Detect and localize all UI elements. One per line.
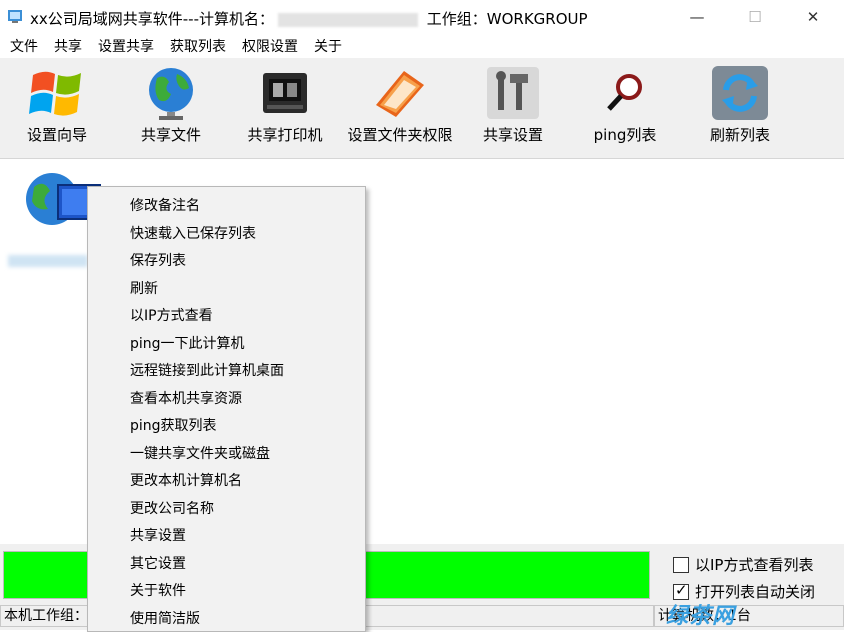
ping-list-button[interactable]: ping列表 — [570, 64, 680, 152]
ctx-share-settings[interactable]: 共享设置 — [130, 525, 186, 545]
ctx-remote-desktop[interactable]: 远程链接到此计算机桌面 — [130, 360, 284, 380]
globe-icon — [149, 68, 193, 120]
ctx-view-local-shares[interactable]: 查看本机共享资源 — [130, 388, 242, 408]
app-icon — [8, 10, 22, 23]
title-bar: xx公司局域网共享软件---计算机名： 工作组：WORKGROUP — ☐ ✕ — [0, 0, 844, 34]
ctx-refresh[interactable]: 刷新 — [130, 278, 158, 298]
context-menu: 修改备注名 快速载入已保存列表 保存列表 刷新 以IP方式查看 ping一下此计… — [87, 186, 366, 632]
menu-permissions[interactable]: 权限设置 — [232, 34, 304, 58]
title-workgroup: 工作组：WORKGROUP — [422, 10, 588, 28]
minimize-icon: — — [689, 8, 705, 26]
close-icon: ✕ — [806, 8, 820, 26]
menu-set-share[interactable]: 设置共享 — [88, 34, 160, 58]
menu-get-list[interactable]: 获取列表 — [160, 34, 232, 58]
title-prefix: xx公司局域网共享软件---计算机名： — [30, 10, 274, 28]
printer-icon — [263, 73, 307, 113]
share-printer-button[interactable]: 共享打印机 — [230, 64, 340, 152]
view-by-ip-label: 以IP方式查看列表 — [695, 556, 814, 574]
minimize-button[interactable]: — — [668, 0, 726, 34]
refresh-list-label: 刷新列表 — [709, 126, 770, 144]
folder-permissions-button[interactable]: 设置文件夹权限 — [343, 64, 457, 152]
ctx-one-click-share[interactable]: 一键共享文件夹或磁盘 — [130, 443, 270, 463]
refresh-list-button[interactable]: 刷新列表 — [685, 64, 795, 152]
window-title: xx公司局域网共享软件---计算机名： 工作组：WORKGROUP — [30, 8, 588, 29]
computer-name-redacted — [278, 12, 418, 27]
ctx-save-list[interactable]: 保存列表 — [130, 250, 186, 270]
maximize-icon: ☐ — [748, 8, 762, 26]
share-printer-label: 共享打印机 — [247, 126, 323, 144]
ctx-other-settings[interactable]: 其它设置 — [130, 553, 186, 573]
setup-wizard-label: 设置向导 — [26, 126, 87, 144]
ctx-view-by-ip[interactable]: 以IP方式查看 — [130, 305, 213, 325]
share-settings-label: 共享设置 — [482, 126, 543, 144]
share-files-label: 共享文件 — [140, 126, 201, 144]
ctx-rename-note[interactable]: 修改备注名 — [130, 195, 200, 215]
menu-bar: 文件 共享 设置共享 获取列表 权限设置 关于 — [0, 34, 844, 58]
share-settings-button[interactable]: 共享设置 — [458, 64, 568, 152]
ctx-ping-get-list[interactable]: ping获取列表 — [130, 415, 217, 435]
ctx-about-software[interactable]: 关于软件 — [130, 580, 186, 600]
menu-about[interactable]: 关于 — [304, 34, 348, 58]
computer-name-label-redacted — [8, 255, 88, 267]
ctx-change-company-name[interactable]: 更改公司名称 — [130, 498, 214, 518]
menu-file[interactable]: 文件 — [0, 34, 44, 58]
tools-icon — [487, 67, 539, 119]
checkbox-unchecked-icon[interactable] — [673, 556, 689, 573]
maximize-button[interactable]: ☐ — [726, 0, 784, 34]
ctx-load-saved-list[interactable]: 快速载入已保存列表 — [130, 223, 256, 243]
watermark-logo: 绿茶网 — [666, 604, 736, 629]
windows-flag-icon — [29, 71, 81, 116]
close-button[interactable]: ✕ — [784, 0, 842, 34]
ctx-change-computer-name[interactable]: 更改本机计算机名 — [130, 470, 242, 490]
magnifier-icon — [607, 74, 642, 111]
folder-permissions-label: 设置文件夹权限 — [347, 126, 453, 144]
toolbar: 设置向导 共享文件 共享打印机 设置文件夹权限 共享设置 ping列表 刷新列表 — [0, 58, 844, 159]
setup-wizard-button[interactable]: 设置向导 — [2, 64, 112, 152]
view-by-ip-checkbox[interactable]: 以IP方式查看列表 — [673, 554, 813, 575]
share-files-button[interactable]: 共享文件 — [116, 64, 226, 152]
refresh-icon — [712, 66, 768, 120]
menu-share[interactable]: 共享 — [44, 34, 88, 58]
ctx-ping-computer[interactable]: ping一下此计算机 — [130, 333, 245, 353]
folder-book-icon — [376, 71, 424, 117]
ping-list-label: ping列表 — [593, 126, 657, 144]
ctx-use-lite-version[interactable]: 使用简洁版 — [130, 608, 200, 628]
